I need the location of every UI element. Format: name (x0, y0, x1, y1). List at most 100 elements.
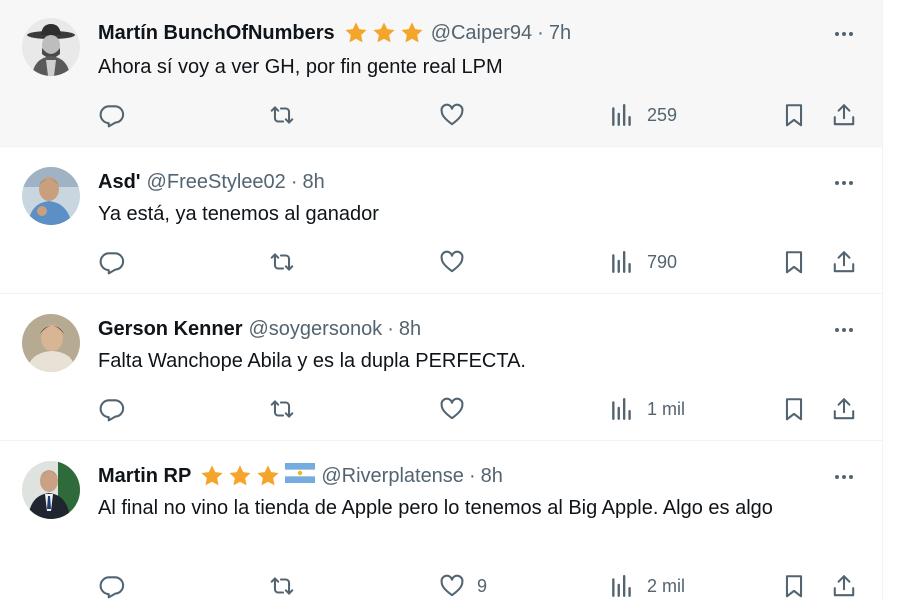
views-button[interactable]: 790 (609, 246, 677, 278)
cowboy-portrait-avatar (22, 18, 80, 76)
retweet-icon (270, 253, 294, 271)
avatar[interactable] (22, 314, 80, 372)
tweet-actions: 259 (0, 99, 882, 131)
like-button[interactable] (439, 246, 477, 278)
more-options-icon[interactable] (832, 467, 856, 487)
reply-button[interactable] (99, 570, 125, 602)
share-icon (833, 398, 855, 420)
more-options-icon[interactable] (832, 173, 856, 193)
star-icon (345, 22, 367, 43)
reply-button[interactable] (99, 99, 125, 131)
star-icon (201, 465, 223, 486)
bookmark-button[interactable] (781, 393, 807, 425)
reply-icon (99, 252, 125, 275)
user-handle[interactable]: @soygersonok (248, 316, 382, 342)
tweet[interactable]: Martín BunchOfNumbers @Caiper94 · 7h Aho… (0, 0, 882, 147)
rating-stars (343, 20, 425, 46)
bookmark-icon (785, 251, 803, 274)
bookmark-button[interactable] (781, 246, 807, 278)
reply-button[interactable] (99, 246, 125, 278)
share-icon (833, 251, 855, 273)
views-count: 2 mil (647, 575, 686, 596)
timestamp[interactable]: 8h (481, 463, 503, 489)
bookmark-button[interactable] (781, 99, 807, 131)
like-button[interactable] (439, 393, 477, 425)
views-button[interactable]: 259 (609, 99, 677, 131)
like-button[interactable]: 9 (439, 570, 487, 602)
tweet[interactable]: Gerson Kenner @soygersonok · 8h Falta Wa… (0, 294, 882, 441)
tweet-header: Asd' @FreeStylee02 · 8h (98, 169, 325, 195)
heart-icon (440, 250, 464, 273)
views-chart-icon (612, 398, 631, 420)
share-button[interactable] (831, 246, 857, 278)
retweet-button[interactable] (269, 246, 295, 278)
bookmark-icon (785, 575, 803, 598)
share-icon (833, 104, 855, 126)
reply-icon (99, 576, 125, 599)
avatar[interactable] (22, 461, 80, 519)
star-icon (257, 465, 279, 486)
like-count: 9 (477, 575, 488, 596)
views-chart-icon (612, 251, 631, 273)
star-icon (229, 465, 251, 486)
user-handle[interactable]: @Riverplatense (321, 463, 464, 489)
tweet-text: Al final no vino la tienda de Apple pero… (98, 497, 773, 519)
user-handle[interactable]: @Caiper94 (431, 20, 532, 46)
tweet-text: Ya está, ya tenemos al ganador (98, 203, 379, 225)
retweet-button[interactable] (269, 99, 295, 131)
display-name[interactable]: Martin RP (98, 463, 191, 489)
retweet-icon (270, 106, 294, 124)
retweet-button[interactable] (269, 570, 295, 602)
views-chart-icon (612, 575, 631, 597)
views-count: 1 mil (647, 398, 686, 419)
views-button[interactable]: 1 mil (609, 393, 685, 425)
heart-icon (440, 574, 464, 597)
retweet-icon (270, 577, 294, 595)
rating-stars (199, 463, 281, 489)
share-button[interactable] (831, 570, 857, 602)
share-button[interactable] (831, 99, 857, 131)
more-options-icon[interactable] (832, 24, 856, 44)
tweet-text: Falta Wanchope Abila y es la dupla PERFE… (98, 350, 526, 372)
reply-feed: Martín BunchOfNumbers @Caiper94 · 7h Aho… (0, 0, 883, 600)
more-options-icon[interactable] (832, 320, 856, 340)
tweet[interactable]: Martin RP @Riverplatense · 8h Al final n… (0, 441, 882, 603)
bookmark-button[interactable] (781, 570, 807, 602)
man-portrait-avatar (22, 314, 80, 372)
separator-dot: · (387, 318, 394, 340)
display-name[interactable]: Gerson Kenner (98, 316, 242, 342)
tweet-text: Ahora sí voy a ver GH, por fin gente rea… (98, 56, 503, 78)
share-icon (833, 575, 855, 597)
reply-button[interactable] (99, 393, 125, 425)
like-button[interactable] (439, 99, 477, 131)
views-button[interactable]: 2 mil (609, 570, 685, 602)
tweet-actions: 790 (0, 246, 882, 278)
avatar[interactable] (22, 18, 80, 76)
views-count: 259 (647, 104, 678, 125)
tweet-actions: 9 2 mil (0, 570, 882, 602)
avatar[interactable] (22, 167, 80, 225)
retweet-button[interactable] (269, 393, 295, 425)
views-count: 790 (647, 251, 678, 272)
display-name[interactable]: Asd' (98, 169, 141, 195)
argentina-flag-icon (285, 462, 316, 490)
heart-icon (440, 103, 464, 126)
star-icon (373, 22, 395, 43)
views-chart-icon (612, 104, 631, 126)
separator-dot: · (468, 465, 476, 487)
bookmark-icon (785, 104, 803, 127)
display-name[interactable]: Martín BunchOfNumbers (98, 20, 335, 46)
user-handle[interactable]: @FreeStylee02 (147, 169, 286, 195)
reply-icon (99, 399, 125, 422)
timestamp[interactable]: 8h (399, 316, 421, 342)
bookmark-icon (785, 398, 803, 421)
timestamp[interactable]: 8h (302, 169, 324, 195)
timestamp[interactable]: 7h (549, 20, 571, 46)
tweet-header: Martín BunchOfNumbers @Caiper94 · 7h (98, 20, 571, 46)
man-in-suit-avatar (22, 461, 80, 519)
share-button[interactable] (831, 393, 857, 425)
star-icon (401, 22, 423, 43)
separator-dot: · (537, 22, 544, 44)
retweet-icon (270, 400, 294, 418)
tweet[interactable]: Asd' @FreeStylee02 · 8h Ya está, ya tene… (0, 147, 882, 294)
